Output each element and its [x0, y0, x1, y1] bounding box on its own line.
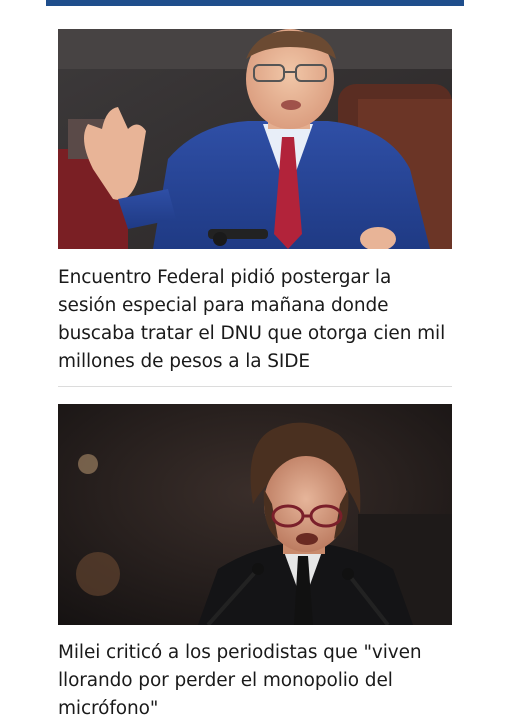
milei-photo: [58, 404, 452, 625]
news-article-card[interactable]: Encuentro Federal pidió postergar la ses…: [58, 29, 452, 376]
article-image[interactable]: [58, 404, 452, 625]
article-image[interactable]: [58, 29, 452, 249]
header-accent-bar: [46, 0, 464, 6]
legislator-photo: [58, 29, 452, 249]
article-headline[interactable]: Encuentro Federal pidió postergar la ses…: [58, 264, 452, 376]
article-divider: [58, 386, 452, 387]
news-article-card[interactable]: Milei criticó a los periodistas que "viv…: [58, 404, 452, 723]
article-headline[interactable]: Milei criticó a los periodistas que "viv…: [58, 639, 452, 723]
